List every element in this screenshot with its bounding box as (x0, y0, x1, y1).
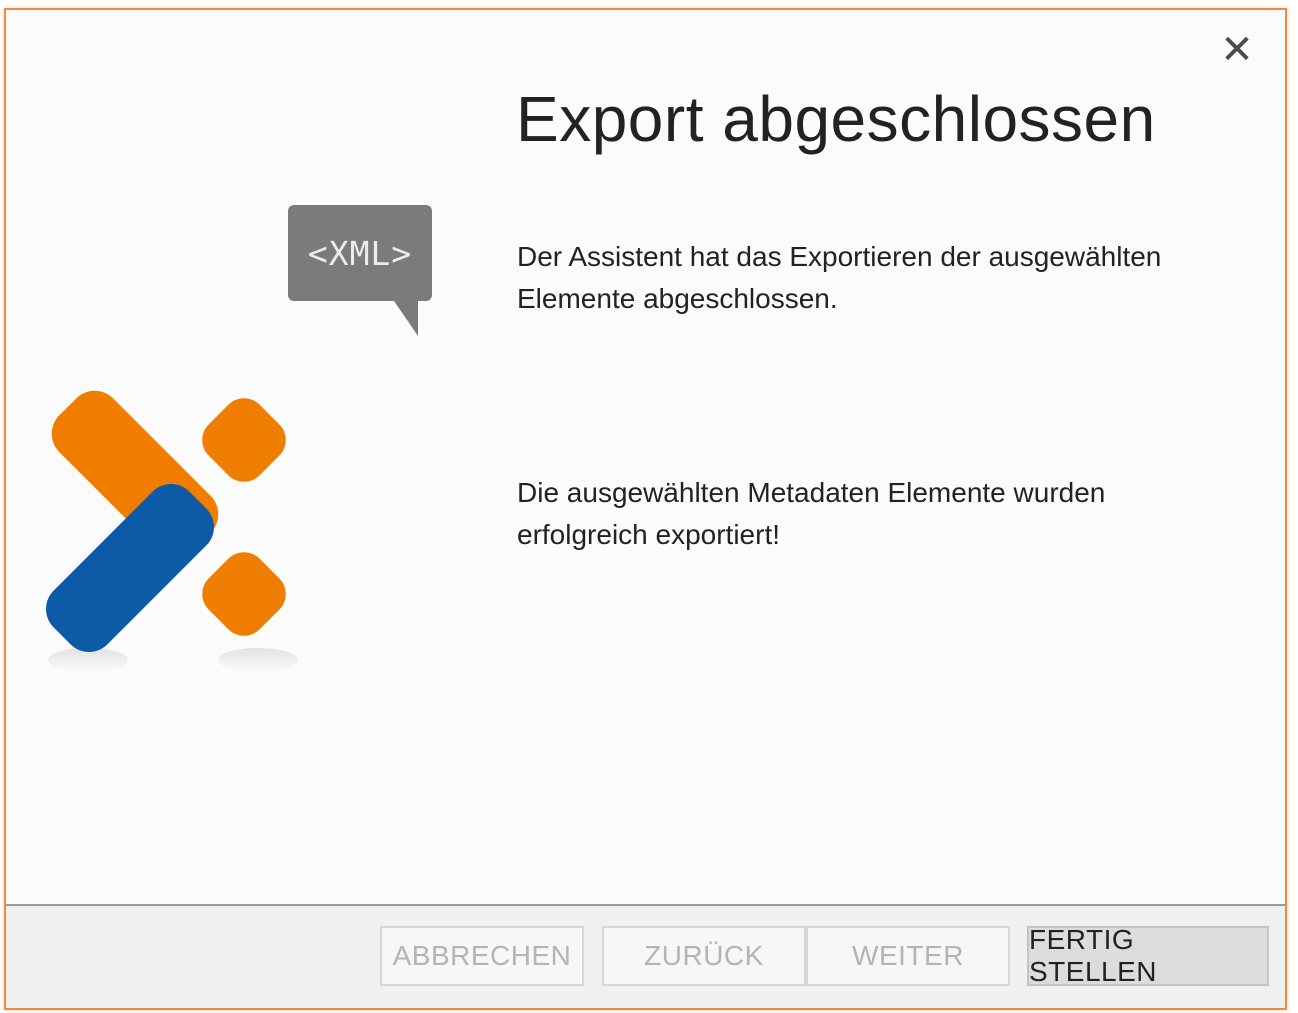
dialog-footer: ABBRECHEN ZURÜCK WEITER FERTIG STELLEN (6, 904, 1285, 1008)
x-logo-icon (46, 390, 298, 672)
xml-badge-label: <XML> (307, 233, 413, 273)
xml-speech-bubble-icon: <XML> (288, 205, 432, 301)
back-button[interactable]: ZURÜCK (602, 926, 806, 986)
cancel-button[interactable]: ABBRECHEN (380, 926, 584, 986)
next-button[interactable]: WEITER (806, 926, 1010, 986)
completion-message: Der Assistent hat das Exportieren der au… (517, 241, 1162, 314)
success-message: Die ausgewählten Metadaten Elemente wurd… (517, 477, 1106, 550)
logo-orange-square-top (202, 398, 286, 482)
close-icon[interactable]: ✕ (1219, 30, 1255, 70)
logo-orange-square-bottom (202, 552, 286, 636)
xml-bubble-tail (392, 298, 418, 336)
dialog-title: Export abgeschlossen (516, 83, 1156, 155)
finish-button[interactable]: FERTIG STELLEN (1027, 924, 1269, 987)
export-complete-dialog: ✕ Export abgeschlossen <XML> Der Assiste… (4, 8, 1287, 1010)
